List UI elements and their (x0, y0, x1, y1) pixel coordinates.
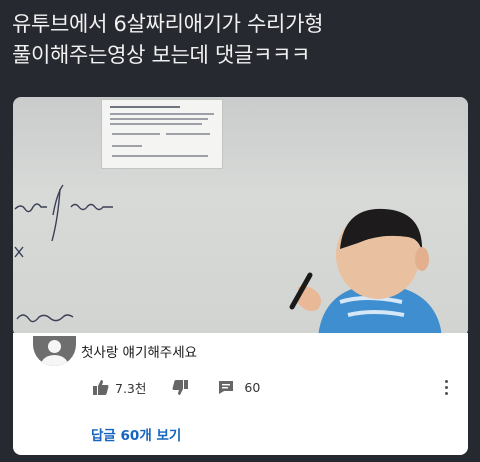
like-button[interactable]: 7.3천 (93, 378, 146, 397)
child-presenter (289, 208, 442, 337)
reply-count: 60 (244, 379, 261, 395)
dislike-button[interactable] (172, 379, 189, 395)
comment-text: 첫사랑 얘기해주세요 (81, 345, 198, 361)
post-title-line-1: 유투브에서 6살짜리애기가 수리가형 (12, 12, 324, 36)
whiteboard-writing (14, 184, 113, 323)
thumbs-down-icon (172, 379, 189, 395)
like-count: 7.3천 (115, 380, 147, 396)
avatar-icon[interactable] (33, 336, 76, 366)
video-player[interactable] (13, 97, 468, 337)
post-title-line-2: 풀이해주는영상 보는데 댓글ㅋㅋㅋ (12, 43, 311, 67)
comment-icon (219, 380, 234, 394)
more-vertical-icon[interactable] (440, 378, 452, 396)
comment-card: 첫사랑 얘기해주세요 7.3천 60 답글 60개 보기 (13, 333, 468, 455)
thumbs-up-icon (93, 379, 109, 395)
reply-button[interactable]: 60 (218, 380, 260, 395)
post-title: 유투브에서 6살짜리애기가 수리가형 풀이해주는영상 보는데 댓글ㅋㅋㅋ (12, 9, 472, 71)
view-replies-link[interactable]: 답글 60개 보기 (91, 424, 181, 444)
comment-actions: 7.3천 60 (93, 376, 260, 398)
